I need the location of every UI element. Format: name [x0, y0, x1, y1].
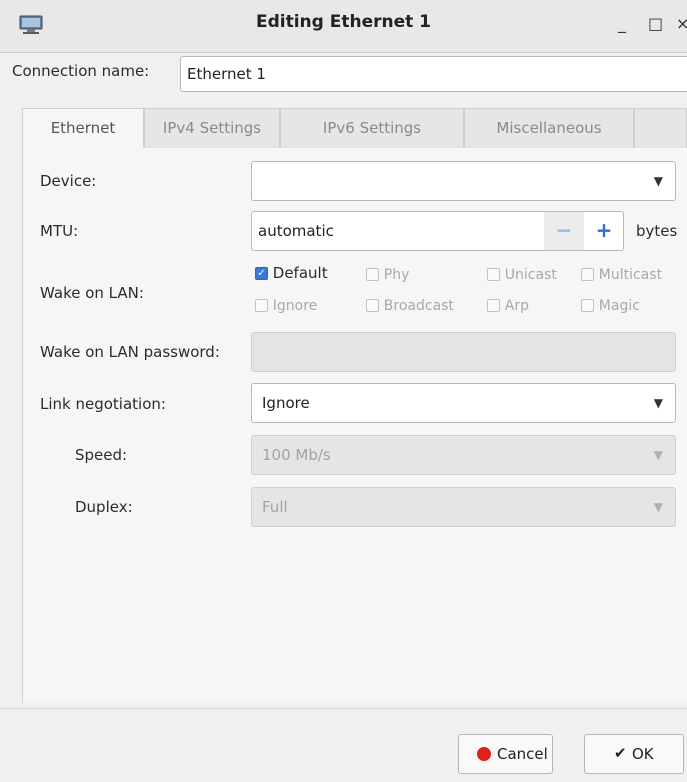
minimize-button[interactable]: _: [618, 14, 626, 33]
mtu-value: automatic: [258, 222, 334, 240]
mtu-decrement-button[interactable]: −: [544, 212, 584, 250]
mtu-increment-button[interactable]: +: [584, 212, 624, 250]
wol-unicast-label: Unicast: [504, 267, 557, 283]
tab-overflow: [634, 108, 687, 148]
chevron-down-icon: ▼: [653, 174, 663, 188]
checkbox-box: [255, 299, 268, 312]
chevron-down-icon: ▼: [653, 500, 663, 514]
mtu-label: MTU:: [40, 222, 79, 240]
speed-value: 100 Mb/s: [262, 446, 331, 464]
ok-label: OK: [632, 745, 654, 763]
checkmark-icon: ✓: [255, 267, 268, 280]
wol-ignore-label: Ignore: [272, 298, 318, 314]
wol-ignore-checkbox[interactable]: Ignore: [255, 296, 317, 314]
checkbox-box: [581, 299, 594, 312]
wol-phy-label: Phy: [383, 267, 410, 283]
button-area-divider: [0, 708, 687, 709]
tab-ipv4-settings[interactable]: IPv4 Settings: [144, 108, 280, 148]
tab-ethernet[interactable]: Ethernet: [22, 108, 144, 148]
wol-arp-checkbox[interactable]: Arp: [487, 296, 529, 314]
device-label: Device:: [40, 172, 97, 190]
wol-magic-label: Magic: [598, 298, 640, 314]
chevron-down-icon: ▼: [653, 396, 663, 410]
tab-ipv6-settings[interactable]: IPv6 Settings: [280, 108, 464, 148]
link-negotiation-dropdown[interactable]: Ignore ▼: [251, 383, 676, 423]
duplex-dropdown[interactable]: Full ▼: [251, 487, 676, 527]
wol-arp-label: Arp: [504, 298, 530, 314]
wol-password-label: Wake on LAN password:: [40, 343, 220, 361]
checkbox-box: [487, 268, 500, 281]
wol-broadcast-label: Broadcast: [383, 298, 454, 314]
cancel-label: Cancel: [497, 745, 548, 763]
cancel-icon: [477, 747, 491, 761]
tab-miscellaneous[interactable]: Miscellaneous: [464, 108, 634, 148]
connection-name-input[interactable]: Ethernet 1: [180, 56, 687, 92]
ok-button[interactable]: ✔ OK: [584, 734, 684, 774]
wol-unicast-checkbox[interactable]: Unicast: [487, 265, 557, 283]
wol-password-input[interactable]: [251, 332, 676, 372]
duplex-value: Full: [262, 498, 288, 516]
connection-name-label: Connection name:: [12, 62, 150, 80]
cancel-button[interactable]: Cancel: [458, 734, 553, 774]
wol-broadcast-checkbox[interactable]: Broadcast: [366, 296, 454, 314]
device-dropdown[interactable]: ▼: [251, 161, 676, 201]
speed-label: Speed:: [75, 446, 128, 464]
checkbox-box: [487, 299, 500, 312]
mtu-input[interactable]: automatic − +: [251, 211, 624, 251]
chevron-down-icon: ▼: [653, 448, 663, 462]
link-negotiation-label: Link negotiation:: [40, 395, 166, 413]
duplex-label: Duplex:: [75, 498, 133, 516]
plus-icon: +: [595, 218, 613, 242]
checkbox-box: [366, 299, 379, 312]
checkmark-icon: ✔: [614, 744, 627, 762]
checkbox-box: [366, 268, 379, 281]
checkbox-box: [581, 268, 594, 281]
wol-magic-checkbox[interactable]: Magic: [581, 296, 640, 314]
wol-default-checkbox[interactable]: ✓ Default: [255, 264, 328, 282]
link-negotiation-value: Ignore: [262, 394, 310, 412]
wol-multicast-checkbox[interactable]: Multicast: [581, 265, 662, 283]
maximize-button[interactable]: □: [648, 14, 663, 33]
tab-bar: Ethernet IPv4 Settings IPv6 Settings Mis…: [22, 108, 687, 149]
wol-phy-checkbox[interactable]: Phy: [366, 265, 409, 283]
mtu-unit-label: bytes: [636, 222, 678, 240]
speed-dropdown[interactable]: 100 Mb/s ▼: [251, 435, 676, 475]
close-button[interactable]: ×: [676, 14, 687, 33]
wol-multicast-label: Multicast: [598, 267, 663, 283]
window-title: Editing Ethernet 1: [255, 12, 431, 32]
wol-default-label: Default: [272, 264, 328, 282]
wake-on-lan-label: Wake on LAN:: [40, 284, 144, 302]
minus-icon: −: [555, 218, 573, 242]
